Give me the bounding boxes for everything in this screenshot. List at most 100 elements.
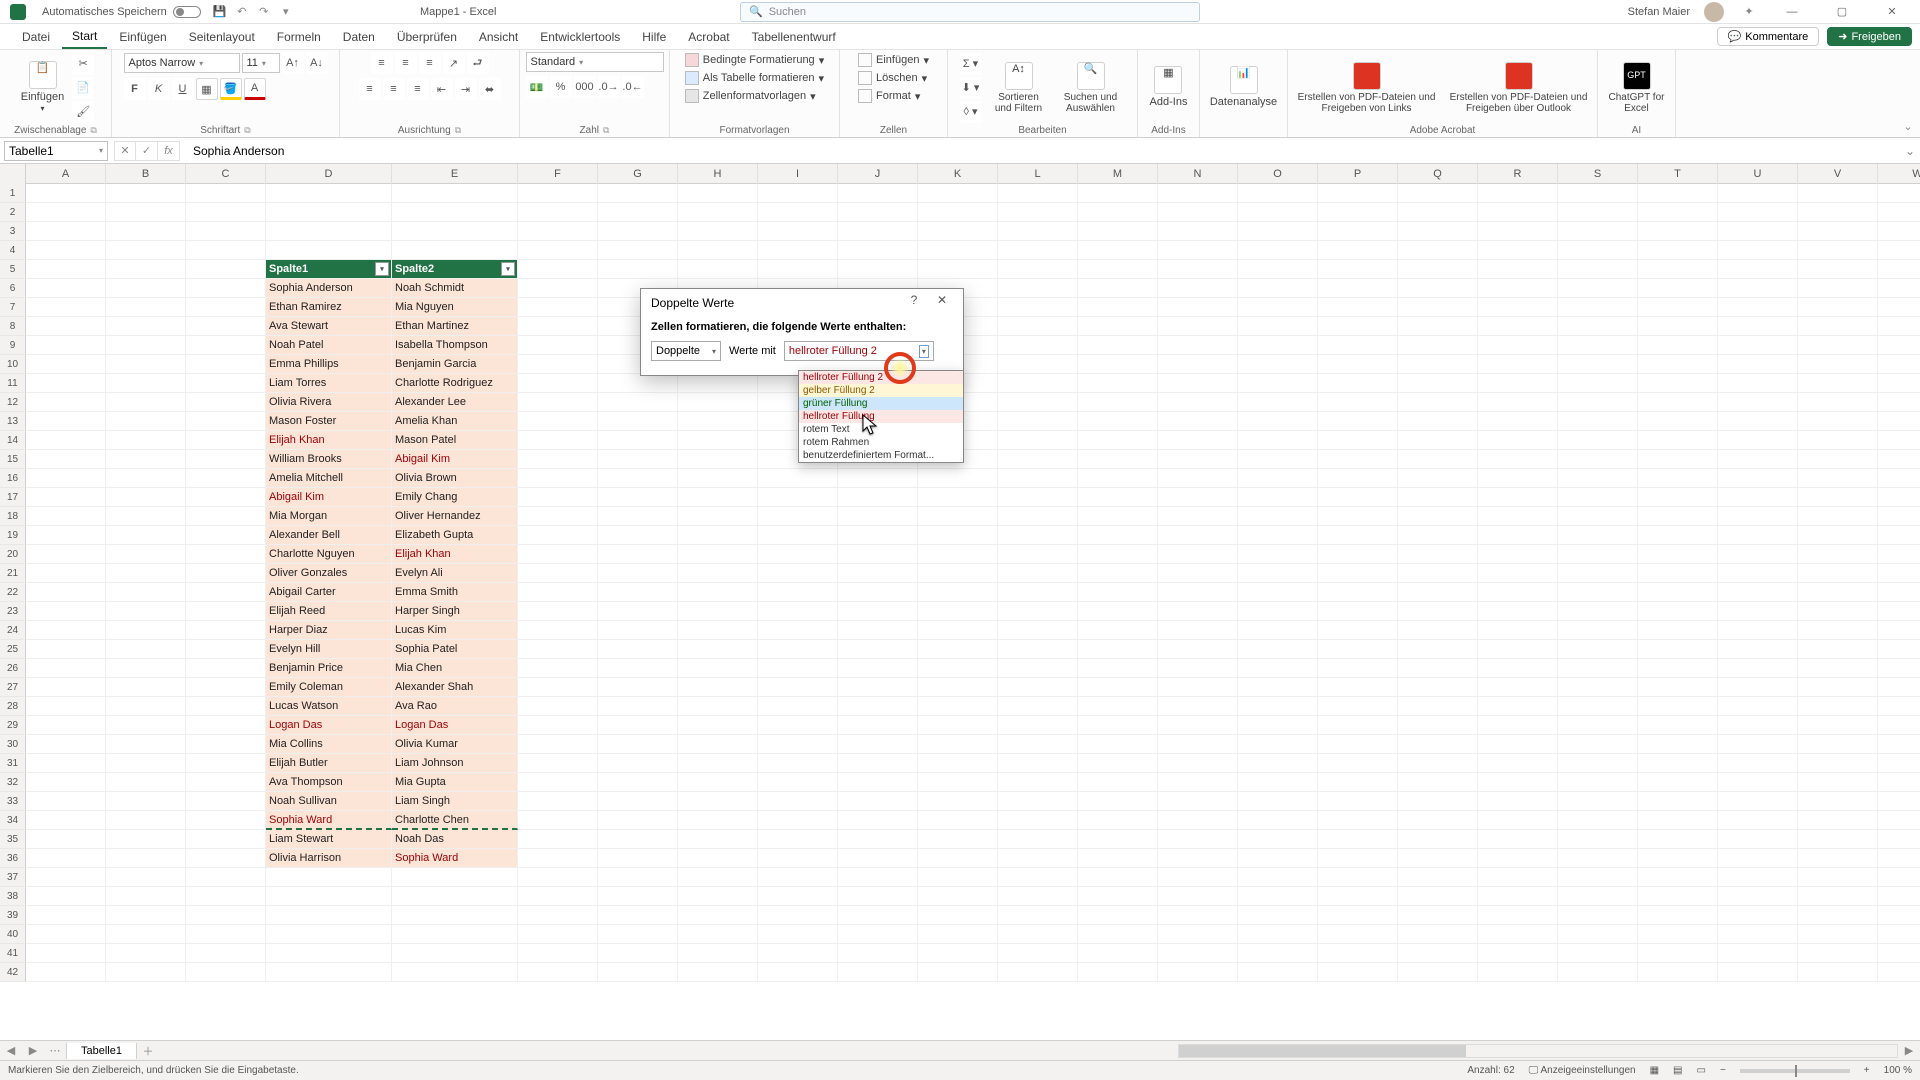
cell[interactable] (1318, 393, 1398, 412)
cell[interactable] (1318, 735, 1398, 754)
cell[interactable] (838, 659, 918, 678)
create-pdf-link-button[interactable]: Erstellen von PDF-Dateien und Freigeben … (1293, 62, 1441, 114)
cell[interactable] (1638, 374, 1718, 393)
cell[interactable] (1478, 868, 1558, 887)
increase-decimal-icon[interactable]: .0→ (598, 76, 620, 98)
cell[interactable] (1878, 735, 1920, 754)
cell[interactable] (1078, 526, 1158, 545)
cell[interactable] (1158, 811, 1238, 830)
cell[interactable] (1478, 526, 1558, 545)
cell[interactable] (1238, 184, 1318, 203)
cell[interactable] (1158, 887, 1238, 906)
cell[interactable] (392, 203, 518, 222)
cell[interactable] (266, 944, 392, 963)
cell[interactable] (1318, 336, 1398, 355)
cell[interactable]: Isabella Thompson (392, 336, 518, 355)
cell[interactable] (838, 906, 918, 925)
cell[interactable] (678, 469, 758, 488)
cell[interactable] (678, 488, 758, 507)
cell[interactable] (998, 393, 1078, 412)
cell[interactable] (998, 697, 1078, 716)
cell[interactable]: Elijah Reed (266, 602, 392, 621)
cell[interactable] (1398, 317, 1478, 336)
cell[interactable] (1078, 754, 1158, 773)
row-header[interactable]: 12 (0, 393, 26, 412)
cell[interactable] (1078, 944, 1158, 963)
new-sheet-button[interactable]: ＋ (137, 1043, 159, 1059)
cell[interactable] (1718, 906, 1798, 925)
cell[interactable] (1078, 564, 1158, 583)
cell[interactable] (1158, 564, 1238, 583)
cell[interactable] (1558, 279, 1638, 298)
cell[interactable] (26, 792, 106, 811)
cell[interactable] (918, 488, 998, 507)
cell[interactable] (26, 754, 106, 773)
cell[interactable] (1398, 222, 1478, 241)
cell[interactable] (1478, 659, 1558, 678)
cell[interactable] (186, 849, 266, 868)
cell[interactable] (1638, 393, 1718, 412)
row-header[interactable]: 17 (0, 488, 26, 507)
cell[interactable] (186, 355, 266, 374)
cell[interactable]: Lucas Watson (266, 697, 392, 716)
cell[interactable] (1478, 450, 1558, 469)
tab-seitenlayout[interactable]: Seitenlayout (179, 26, 265, 48)
cell[interactable] (1878, 602, 1920, 621)
cell[interactable] (1878, 754, 1920, 773)
cell[interactable] (26, 260, 106, 279)
cell[interactable] (758, 735, 838, 754)
cell[interactable] (1398, 830, 1478, 849)
clear-icon[interactable]: ◊ ▾ (960, 101, 982, 123)
dialog-help-button[interactable]: ? (903, 293, 925, 313)
cell[interactable] (1238, 545, 1318, 564)
cell[interactable] (1638, 906, 1718, 925)
autosum-icon[interactable]: Σ ▾ (960, 53, 982, 75)
cell[interactable]: Logan Das (392, 716, 518, 735)
cell[interactable] (1238, 355, 1318, 374)
cell[interactable] (1078, 260, 1158, 279)
cell[interactable] (186, 925, 266, 944)
format-option[interactable]: hellroter Füllung 2 (799, 371, 963, 384)
cell[interactable] (186, 279, 266, 298)
cell[interactable] (838, 944, 918, 963)
cell[interactable] (1478, 431, 1558, 450)
border-icon[interactable]: ▦ (196, 78, 218, 100)
cell[interactable] (1718, 450, 1798, 469)
cell[interactable] (518, 393, 598, 412)
italic-icon[interactable]: K (148, 78, 170, 100)
cell[interactable]: Liam Stewart (266, 830, 392, 849)
cell[interactable] (1078, 450, 1158, 469)
cell[interactable]: Sophia Ward (266, 811, 392, 830)
cell[interactable] (1878, 203, 1920, 222)
cell[interactable] (26, 431, 106, 450)
cell[interactable] (1718, 488, 1798, 507)
cell[interactable] (1878, 621, 1920, 640)
cell[interactable] (1318, 526, 1398, 545)
cell[interactable] (998, 944, 1078, 963)
cell[interactable] (106, 374, 186, 393)
cell[interactable] (598, 450, 678, 469)
cell[interactable] (1878, 393, 1920, 412)
cell[interactable] (1878, 963, 1920, 982)
cell[interactable] (1718, 849, 1798, 868)
cell[interactable] (1718, 526, 1798, 545)
redo-icon[interactable]: ↷ (253, 2, 275, 22)
cell[interactable] (998, 450, 1078, 469)
cell[interactable] (518, 526, 598, 545)
cell[interactable] (1398, 697, 1478, 716)
cell[interactable] (678, 735, 758, 754)
cell[interactable]: Mason Patel (392, 431, 518, 450)
cell[interactable] (598, 222, 678, 241)
column-header[interactable]: J (838, 164, 918, 184)
cell[interactable] (678, 241, 758, 260)
cell[interactable] (392, 184, 518, 203)
cell[interactable] (678, 792, 758, 811)
cell[interactable] (918, 773, 998, 792)
cell[interactable]: Charlotte Rodriguez (392, 374, 518, 393)
cell[interactable] (1638, 602, 1718, 621)
cell[interactable] (1478, 811, 1558, 830)
cell[interactable] (106, 355, 186, 374)
cell[interactable] (26, 659, 106, 678)
row-header[interactable]: 31 (0, 754, 26, 773)
cell[interactable] (1878, 887, 1920, 906)
